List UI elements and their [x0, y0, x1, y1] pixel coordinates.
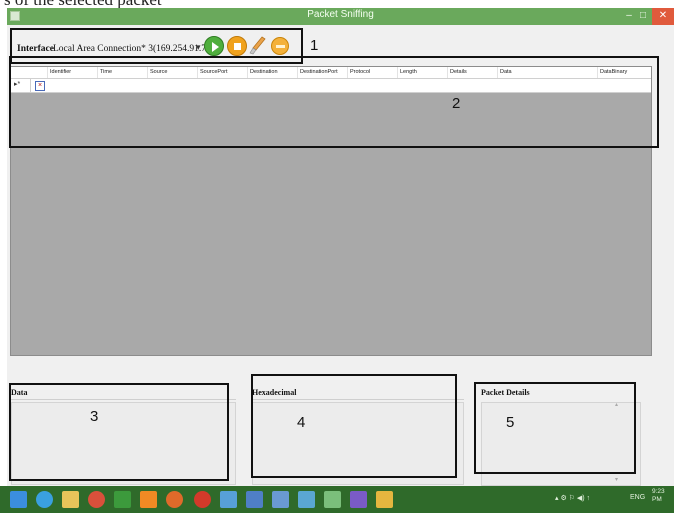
language-indicator[interactable]: ENG	[630, 494, 645, 501]
store-icon[interactable]	[114, 491, 131, 508]
minimize-button[interactable]: –	[622, 8, 636, 25]
chrome-icon[interactable]	[88, 491, 105, 508]
vlc-icon[interactable]	[140, 491, 157, 508]
annotation-box-2	[9, 56, 659, 148]
annotation-number-1: 1	[310, 37, 319, 54]
annotation-box-3	[9, 383, 229, 481]
app-icon[interactable]	[376, 491, 393, 508]
explorer-icon[interactable]	[62, 491, 79, 508]
word-icon[interactable]	[246, 491, 263, 508]
system-tray[interactable]: ▴ ⚙ ⚐ ◀) ↑	[555, 494, 590, 502]
opera-icon[interactable]	[194, 491, 211, 508]
annotation-number-2: 2	[452, 95, 461, 112]
settings-icon[interactable]	[272, 491, 289, 508]
window-title: Packet Sniffing	[307, 9, 374, 20]
title-bar: Packet Sniffing – □ ✕	[7, 8, 674, 25]
maximize-button[interactable]: □	[636, 8, 650, 25]
annotation-number-4: 4	[297, 414, 306, 431]
paint-icon[interactable]	[298, 491, 315, 508]
tool-icon[interactable]	[324, 491, 341, 508]
annotation-number-5: 5	[506, 414, 515, 431]
start-icon[interactable]	[10, 491, 27, 508]
annotation-box-4	[251, 374, 457, 478]
visual-studio-icon[interactable]	[350, 491, 367, 508]
network-icon[interactable]	[220, 491, 237, 508]
annotation-box-5	[474, 382, 636, 474]
close-button[interactable]: ✕	[652, 8, 674, 25]
ie-icon[interactable]	[36, 491, 53, 508]
taskbar: ▴ ⚙ ⚐ ◀) ↑ ENG 9:23 PM	[0, 486, 674, 513]
firefox-icon[interactable]	[166, 491, 183, 508]
scroll-down-icon[interactable]: ▾	[615, 476, 618, 483]
annotation-number-3: 3	[90, 408, 99, 425]
clock[interactable]: 9:23 PM	[652, 488, 674, 504]
caption-fragment: s of the selected packet	[0, 0, 674, 8]
